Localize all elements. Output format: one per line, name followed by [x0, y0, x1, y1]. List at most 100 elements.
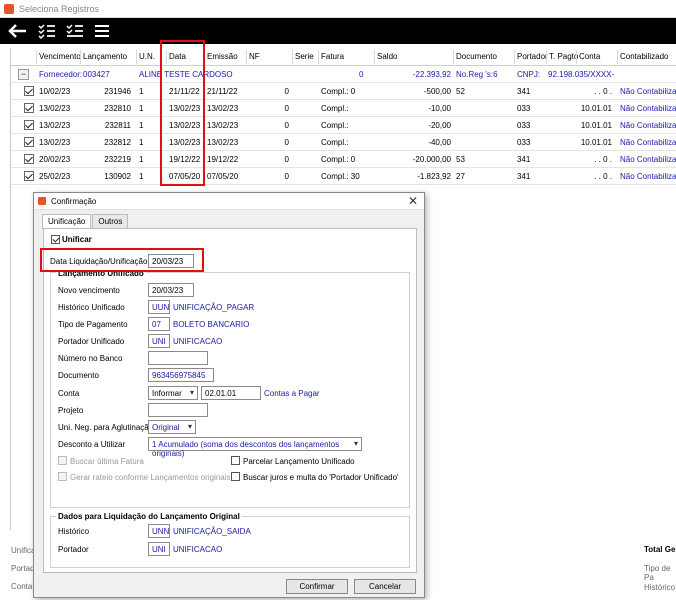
- cell-documento: 52: [456, 87, 465, 96]
- cell-saldo: -40,00: [428, 138, 451, 147]
- cell-saldo: -500,00: [423, 87, 451, 96]
- checklist-alt-icon[interactable]: [66, 23, 84, 39]
- grid-header: Vencimento Lançamento U.N. Data Emissão …: [11, 48, 676, 66]
- table-row[interactable]: 25/02/23 130902 1 07/05/20 07/05/20 0 Compl.: …: [11, 168, 676, 185]
- cell-contabilizado[interactable]: Não Contabilizar: [620, 104, 676, 113]
- cell-contabilizado[interactable]: Não Contabilizar: [620, 121, 676, 130]
- cell-emissao: 21/11/22: [207, 87, 238, 96]
- num-banco-label: Número no Banco: [58, 354, 123, 363]
- cell-lancamento: 130902: [104, 172, 131, 181]
- desconto-select[interactable]: 1 Acumulado (soma dos descontos dos lanç…: [148, 437, 362, 458]
- bottom-label-portad: Portad: [11, 564, 35, 573]
- table-row[interactable]: 13/02/23 232811 1 13/02/23 13/02/23 0 Compl.: -…: [11, 117, 676, 134]
- cell-vencimento: 13/02/23: [39, 104, 71, 113]
- dados-port-code-input[interactable]: UNI: [148, 542, 170, 556]
- unificar-checkbox[interactable]: [51, 235, 60, 244]
- col-serie[interactable]: Serie: [295, 52, 314, 61]
- table-row[interactable]: 10/02/23 231946 1 21/11/22 21/11/22 0 Compl.: …: [11, 83, 676, 100]
- unificar-label: Unificar: [62, 235, 92, 244]
- menu-icon[interactable]: [94, 23, 110, 39]
- row-checkbox[interactable]: [24, 171, 34, 181]
- documento-input[interactable]: 963456975845: [148, 368, 214, 382]
- cell-fatura: Compl.: 0: [321, 155, 356, 164]
- row-checkbox[interactable]: [24, 86, 34, 96]
- dados-hist-label: Histórico: [58, 527, 90, 536]
- row-checkbox[interactable]: [24, 137, 34, 147]
- conta-desc[interactable]: Contas a Pagar: [264, 389, 320, 398]
- buscar-juros-checkbox[interactable]: [231, 472, 240, 481]
- col-nf[interactable]: NF: [249, 52, 260, 61]
- col-fatura[interactable]: Fatura: [321, 52, 344, 61]
- table-row[interactable]: 13/02/23 232812 1 13/02/23 13/02/23 0 Compl.: -…: [11, 134, 676, 151]
- cell-lancamento: 232219: [104, 155, 131, 164]
- num-banco-input[interactable]: [148, 351, 208, 365]
- projeto-input[interactable]: [148, 403, 208, 417]
- portador-label: Portador Unificado: [58, 337, 125, 346]
- collapse-button[interactable]: −: [18, 69, 29, 80]
- cell-contabilizado[interactable]: Não Contabilizar: [620, 87, 676, 96]
- bottom-label-unifica: Unifica: [11, 546, 36, 555]
- col-lancamento[interactable]: Lançamento: [83, 52, 127, 61]
- cell-saldo: -10,00: [428, 104, 451, 113]
- cell-contabilizado[interactable]: Não Contabilizar: [620, 138, 676, 147]
- row-checkbox[interactable]: [24, 103, 34, 113]
- supplier-saldo: -22.393,92: [412, 70, 451, 79]
- supplier-row[interactable]: − Fornecedor: 003427 ALINE TESTE CARDOSO…: [11, 66, 676, 83]
- tipo-pag-desc: BOLETO BANCARIO: [173, 320, 250, 329]
- col-portador[interactable]: Portador: [517, 52, 548, 61]
- confirm-button[interactable]: Confirmar: [286, 579, 348, 594]
- table-row[interactable]: 20/02/23 232219 1 19/12/22 19/12/22 0 Compl.: …: [11, 151, 676, 168]
- bottom-label-tipo: Tipo de Pa: [644, 564, 671, 582]
- row-checkbox[interactable]: [24, 154, 34, 164]
- cell-fatura: Compl.:: [321, 138, 349, 147]
- dialog-tabs: Unificação Outros: [42, 214, 129, 229]
- cell-contabilizado[interactable]: Não Contabilizar: [620, 155, 676, 164]
- parcelar-checkbox[interactable]: [231, 456, 240, 465]
- cell-conta: . . 0 .: [594, 155, 612, 164]
- cell-conta: . . 0 .: [594, 87, 612, 96]
- gerar-rateio-checkbox[interactable]: [58, 472, 67, 481]
- close-icon[interactable]: ✕: [408, 194, 418, 208]
- cell-lancamento: 232810: [104, 104, 131, 113]
- col-contabilizado[interactable]: Contabilizado: [620, 52, 668, 61]
- cell-nf: 0: [284, 87, 289, 96]
- row-checkbox[interactable]: [24, 120, 34, 130]
- cell-contabilizado[interactable]: Não Contabilizar: [620, 172, 676, 181]
- novo-venc-input[interactable]: 20/03/23: [148, 283, 194, 297]
- window-title: Seleciona Registros: [19, 3, 100, 14]
- cell-documento: 53: [456, 155, 465, 164]
- portador-code-input[interactable]: UNI: [148, 334, 170, 348]
- cell-fatura: Compl.:: [321, 121, 349, 130]
- cancel-button[interactable]: Cancelar: [354, 579, 416, 594]
- col-emissao[interactable]: Emissão: [207, 52, 238, 61]
- buscar-fatura-checkbox[interactable]: [58, 456, 67, 465]
- parcelar-label: Parcelar Lançamento Unificado: [243, 457, 355, 466]
- col-vencimento[interactable]: Vencimento: [39, 52, 81, 61]
- cell-vencimento: 25/02/23: [39, 172, 71, 181]
- tipo-pag-code-input[interactable]: 07: [148, 317, 170, 331]
- conta-select[interactable]: Informar: [148, 386, 198, 400]
- col-conta[interactable]: Conta: [579, 52, 600, 61]
- cell-vencimento: 13/02/23: [39, 138, 71, 147]
- checklist-icon[interactable]: [38, 23, 56, 39]
- tab-unificacao[interactable]: Unificação: [42, 214, 92, 229]
- cell-un: 1: [139, 138, 144, 147]
- col-documento[interactable]: Documento: [456, 52, 497, 61]
- projeto-label: Projeto: [58, 406, 84, 415]
- uni-neg-select[interactable]: Original: [148, 420, 196, 434]
- col-un[interactable]: U.N.: [139, 52, 155, 61]
- col-saldo[interactable]: Saldo: [377, 52, 397, 61]
- historico-code-input[interactable]: UUN: [148, 300, 170, 314]
- table-row[interactable]: 13/02/23 232810 1 13/02/23 13/02/23 0 Compl.: -…: [11, 100, 676, 117]
- cell-nf: 0: [284, 121, 289, 130]
- cell-nf: 0: [284, 138, 289, 147]
- conta-label: Conta: [58, 389, 80, 398]
- tipo-pag-label: Tipo de Pagamento: [58, 320, 128, 329]
- tab-outros[interactable]: Outros: [92, 214, 129, 229]
- cell-fatura: Compl.: 30: [321, 172, 360, 181]
- dados-hist-code-input[interactable]: UNN: [148, 524, 170, 538]
- col-tpagto[interactable]: T. Pagto: [549, 52, 578, 61]
- cell-un: 1: [139, 155, 144, 164]
- back-arrow-icon[interactable]: [8, 23, 28, 39]
- conta-input[interactable]: 02.01.01: [201, 386, 261, 400]
